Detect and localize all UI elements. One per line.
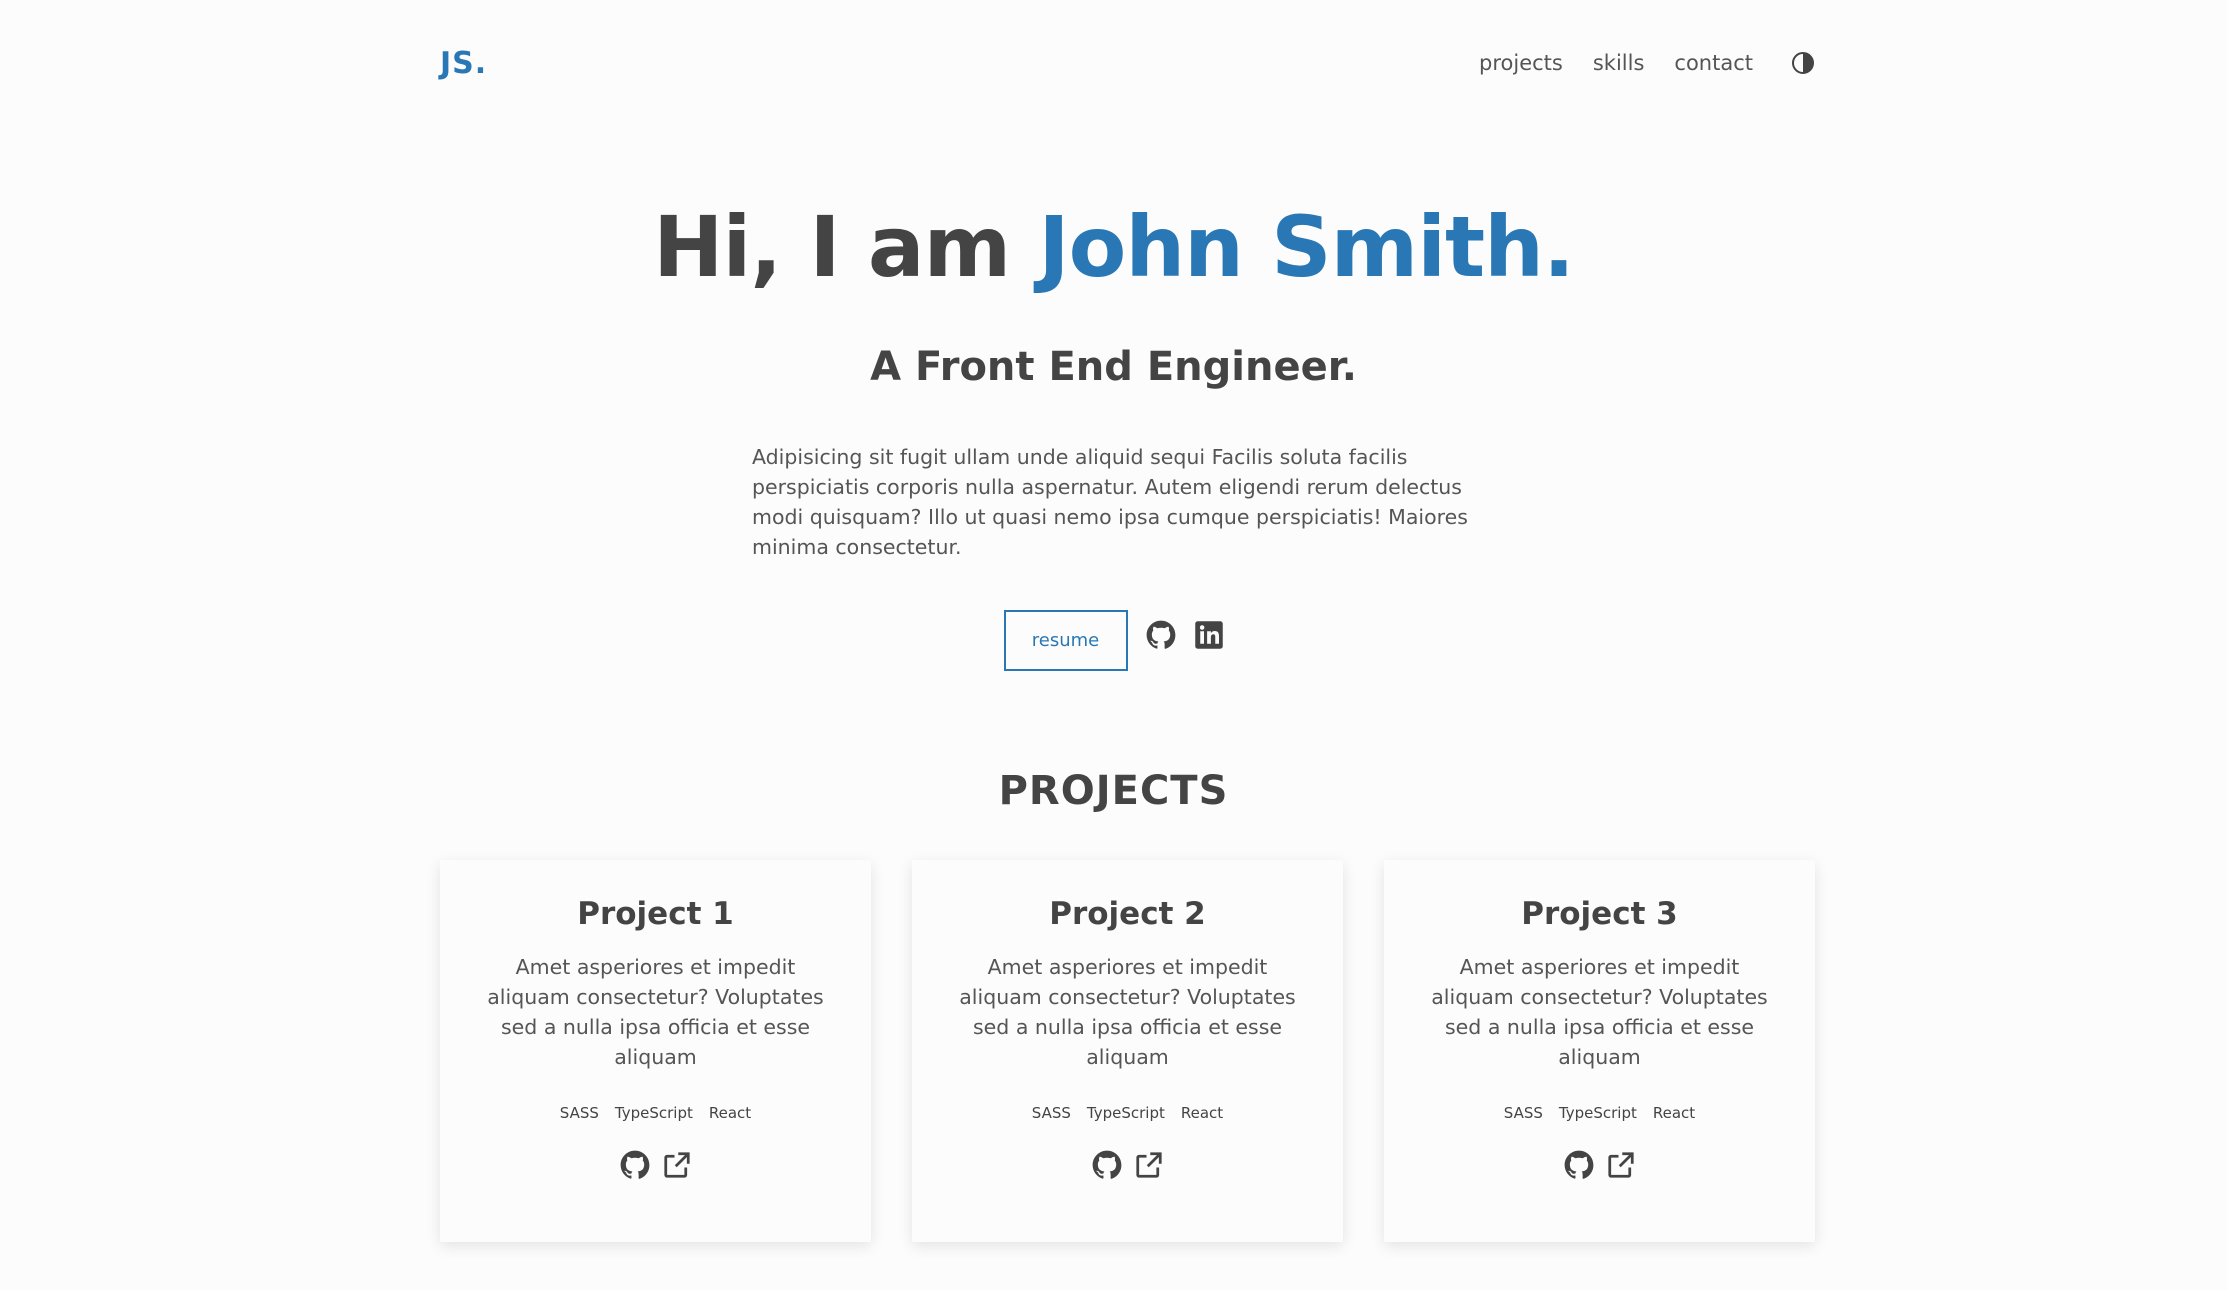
project-tag: SASS: [559, 1104, 599, 1122]
project-title: Project 1: [577, 896, 734, 932]
main-nav: projects skills contact: [1479, 51, 1815, 75]
project-description: Amet asperiores et impedit aliquam conse…: [959, 955, 1296, 1069]
project-tag: TypeScript: [614, 1104, 693, 1122]
half-moon-icon[interactable]: [1791, 51, 1815, 75]
logo[interactable]: JS.: [440, 46, 487, 81]
github-icon[interactable]: [620, 1150, 650, 1180]
portfolio-page: JS. projects skills contact Hi, I am Joh…: [0, 0, 2227, 1290]
external-link-icon[interactable]: [1606, 1150, 1636, 1180]
nav-link-skills[interactable]: skills: [1593, 51, 1645, 75]
projects-grid: Project 1 Amet asperiores et impedit ali…: [440, 860, 1815, 1242]
hero-title: Hi, I am John Smith.: [0, 198, 2227, 296]
project-description: Amet asperiores et impedit aliquam conse…: [1431, 955, 1768, 1069]
external-link-icon[interactable]: [1134, 1150, 1164, 1180]
project-card: Project 1 Amet asperiores et impedit ali…: [440, 860, 871, 1242]
project-tag: SASS: [1031, 1104, 1071, 1122]
linkedin-icon[interactable]: [1194, 620, 1224, 650]
project-tag: TypeScript: [1086, 1104, 1165, 1122]
project-tag: TypeScript: [1558, 1104, 1637, 1122]
hero-name: John Smith.: [1038, 198, 1574, 296]
site-header: JS. projects skills contact: [440, 0, 1815, 126]
nav-link-projects[interactable]: projects: [1479, 51, 1563, 75]
project-card: Project 2 Amet asperiores et impedit ali…: [912, 860, 1343, 1242]
hero-subtitle: A Front End Engineer.: [870, 344, 1357, 390]
project-tags: SASS TypeScript React: [560, 1104, 751, 1122]
github-icon[interactable]: [1564, 1150, 1594, 1180]
project-tag: React: [1652, 1104, 1696, 1122]
project-card: Project 3 Amet asperiores et impedit ali…: [1384, 860, 1815, 1242]
projects-section-title: PROJECTS: [998, 768, 1229, 814]
project-title: Project 3: [1521, 896, 1678, 932]
resume-button[interactable]: resume: [1003, 610, 1128, 671]
nav-link-contact[interactable]: contact: [1674, 51, 1753, 75]
hero-greeting: Hi, I am: [653, 198, 1011, 296]
github-icon[interactable]: [1092, 1150, 1122, 1180]
project-links: [620, 1150, 692, 1180]
project-tags: SASS TypeScript React: [1032, 1104, 1223, 1122]
project-tag: SASS: [1503, 1104, 1543, 1122]
project-tag: React: [708, 1104, 752, 1122]
project-tags: SASS TypeScript React: [1504, 1104, 1695, 1122]
project-description: Amet asperiores et impedit aliquam conse…: [487, 955, 824, 1069]
hero-description: Adipisicing sit fugit ullam unde aliquid…: [752, 445, 1468, 559]
project-title: Project 2: [1049, 896, 1206, 932]
external-link-icon[interactable]: [662, 1150, 692, 1180]
github-icon[interactable]: [1146, 620, 1176, 650]
project-links: [1564, 1150, 1636, 1180]
project-tag: React: [1180, 1104, 1224, 1122]
hero-actions: resume: [0, 610, 2227, 671]
project-links: [1092, 1150, 1164, 1180]
